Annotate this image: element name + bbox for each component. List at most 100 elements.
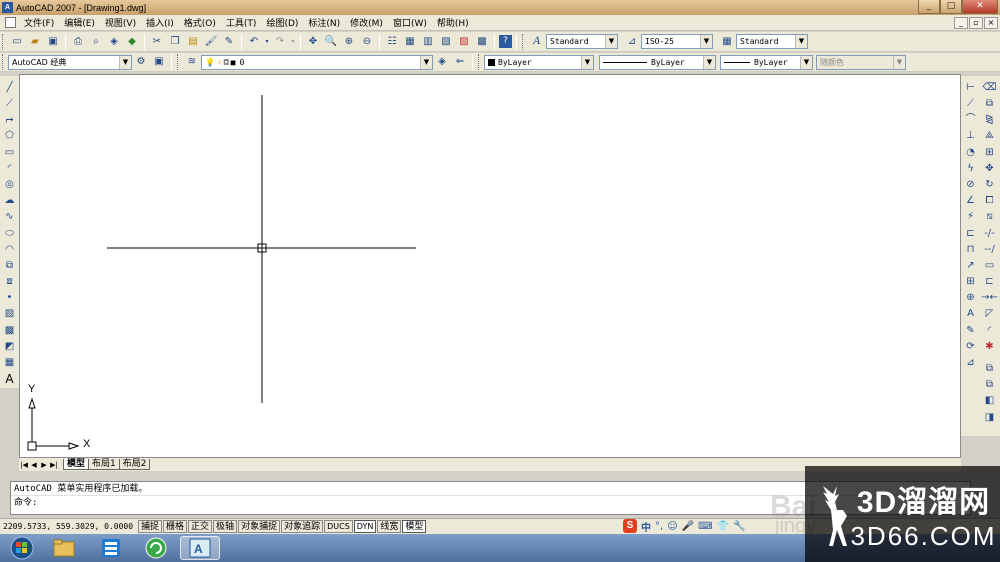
open-icon[interactable]: ▰ bbox=[27, 34, 43, 50]
new-icon[interactable]: ▭ bbox=[9, 34, 25, 50]
draw-order-front-icon[interactable]: ⧉ bbox=[982, 361, 998, 377]
model-toggle[interactable]: 模型 bbox=[402, 520, 427, 533]
restore-button[interactable]: □ bbox=[940, 0, 962, 14]
layer-select[interactable]: 💡 ☼ ◘ ■ 0 ▼ bbox=[201, 54, 433, 70]
scale-icon[interactable]: ⧠ bbox=[982, 193, 998, 209]
make-current-layer-icon[interactable]: ◈ bbox=[434, 54, 450, 70]
erase-icon[interactable]: ⌫ bbox=[982, 80, 998, 96]
autocad-app-icon[interactable]: A bbox=[2, 2, 13, 13]
taskbar-explorer[interactable] bbox=[44, 536, 84, 560]
design-center-icon[interactable]: ▦ bbox=[402, 34, 418, 50]
hatch-icon[interactable]: ▨ bbox=[2, 307, 18, 323]
redo-icon[interactable]: ↷ bbox=[272, 34, 288, 50]
drawing-canvas[interactable]: Y X bbox=[19, 74, 961, 458]
chevron-down-icon[interactable]: ▼ bbox=[581, 55, 593, 69]
region-icon[interactable]: ◩ bbox=[2, 339, 18, 355]
markup-icon[interactable]: ▨ bbox=[456, 34, 472, 50]
ime-keyboard-icon[interactable]: ⌨ bbox=[698, 521, 712, 532]
quick-dim-icon[interactable]: ⚡ bbox=[963, 210, 979, 226]
polygon-icon[interactable]: ⬠ bbox=[2, 129, 18, 145]
paste-icon[interactable]: ▤ bbox=[185, 34, 201, 50]
angular-dim-icon[interactable]: ∠ bbox=[963, 193, 979, 209]
menu-insert[interactable]: 插入(I) bbox=[141, 16, 179, 29]
polyline-icon[interactable]: ⮣ bbox=[2, 112, 18, 128]
tab-nav-next[interactable]: ▶ bbox=[39, 460, 49, 470]
match-properties-icon[interactable]: 🖌 bbox=[203, 34, 219, 50]
tab-layout1[interactable]: 布局1 bbox=[88, 459, 120, 470]
snap-toggle[interactable]: 捕捉 bbox=[138, 520, 163, 533]
insert-block-icon[interactable]: ⧉ bbox=[2, 258, 18, 274]
ordinate-dim-icon[interactable]: ⊥ bbox=[963, 129, 979, 145]
join-icon[interactable]: →← bbox=[981, 290, 998, 306]
layer-manager-icon[interactable]: ≋ bbox=[184, 54, 200, 70]
tab-nav-last[interactable]: ▶| bbox=[49, 460, 59, 470]
copy-object-icon[interactable]: ⧉ bbox=[982, 96, 998, 112]
quick-leader-icon[interactable]: ↗ bbox=[963, 258, 979, 274]
help-icon[interactable]: ? bbox=[499, 35, 512, 48]
menu-view[interactable]: 视图(V) bbox=[100, 16, 141, 29]
make-block-icon[interactable]: ⧈ bbox=[2, 274, 18, 290]
dim-style-select[interactable]: ISO-25 ▼ bbox=[641, 34, 713, 49]
break-at-point-icon[interactable]: ▭ bbox=[982, 258, 998, 274]
publish-icon[interactable]: ◈ bbox=[106, 34, 122, 50]
workspace-select[interactable]: AutoCAD 经典 ▼ bbox=[8, 54, 132, 70]
undo-icon[interactable]: ↶ bbox=[246, 34, 262, 50]
minimize-button[interactable]: _ bbox=[918, 0, 940, 14]
ime-skin-icon[interactable]: 👕 bbox=[717, 521, 729, 532]
ortho-toggle[interactable]: 正交 bbox=[188, 520, 213, 533]
mirror-icon[interactable]: ⧎ bbox=[982, 112, 998, 128]
chamfer-icon[interactable]: ◸ bbox=[982, 307, 998, 323]
menu-dimension[interactable]: 标注(N) bbox=[303, 16, 345, 29]
tab-model[interactable]: 模型 bbox=[63, 459, 90, 470]
chevron-down-icon[interactable]: ▼ bbox=[700, 35, 712, 48]
workspace-settings-icon[interactable]: ⚙ bbox=[133, 54, 149, 70]
workspace-save-icon[interactable]: ▣ bbox=[151, 54, 167, 70]
menu-draw[interactable]: 绘图(D) bbox=[261, 16, 303, 29]
ime-mic-icon[interactable]: 🎤 bbox=[682, 521, 694, 532]
redo-dropdown-icon[interactable]: ▾ bbox=[290, 34, 296, 50]
dim-style-icon[interactable]: ⊿ bbox=[624, 34, 640, 50]
revision-cloud-icon[interactable]: ☁ bbox=[2, 193, 18, 209]
tab-nav-first[interactable]: |◀ bbox=[19, 460, 29, 470]
ime-emoji-icon[interactable]: ☺ bbox=[667, 521, 677, 532]
dyn-toggle[interactable]: DYN bbox=[353, 520, 377, 533]
tolerance-icon[interactable]: ⊞ bbox=[963, 274, 979, 290]
rotate-icon[interactable]: ↻ bbox=[982, 177, 998, 193]
menu-file[interactable]: 文件(F) bbox=[19, 16, 59, 29]
fillet-icon[interactable]: ◜ bbox=[982, 323, 998, 339]
document-menu-icon[interactable] bbox=[5, 17, 16, 28]
doc-restore-button[interactable]: ▫ bbox=[969, 17, 983, 29]
stretch-icon[interactable]: ⧅ bbox=[982, 210, 998, 226]
bring-above-icon[interactable]: ◧ bbox=[982, 394, 998, 410]
copy-icon[interactable]: ❐ bbox=[167, 34, 183, 50]
ime-punct-icon[interactable]: °, bbox=[655, 521, 663, 532]
menu-edit[interactable]: 编辑(E) bbox=[59, 16, 100, 29]
sogou-logo-icon[interactable]: S bbox=[623, 519, 637, 533]
ellipse-icon[interactable]: ⬭ bbox=[2, 226, 18, 242]
linear-dim-icon[interactable]: ⊢ bbox=[963, 80, 979, 96]
ime-lang-indicator[interactable]: 中 bbox=[641, 519, 651, 534]
tab-layout2[interactable]: 布局2 bbox=[118, 459, 151, 470]
arc-length-icon[interactable]: ⌒ bbox=[963, 112, 979, 128]
zoom-previous-icon[interactable]: ⊖ bbox=[359, 34, 375, 50]
dim-text-edit-icon[interactable]: ✎ bbox=[963, 323, 979, 339]
start-button[interactable] bbox=[2, 536, 42, 560]
menu-help[interactable]: 帮助(H) bbox=[432, 16, 474, 29]
coordinate-readout[interactable]: 2209.5733, 559.3029, 0.0000 bbox=[0, 522, 138, 531]
table-icon[interactable]: ▦ bbox=[2, 355, 18, 371]
toolbar-grip[interactable] bbox=[478, 54, 481, 70]
taskbar-app-blue[interactable] bbox=[91, 536, 131, 560]
gradient-icon[interactable]: ▩ bbox=[2, 323, 18, 339]
send-under-icon[interactable]: ◨ bbox=[982, 410, 998, 426]
toolbar-grip[interactable] bbox=[2, 33, 5, 50]
undo-dropdown-icon[interactable]: ▾ bbox=[264, 34, 270, 50]
jogged-dim-icon[interactable]: ϟ bbox=[963, 161, 979, 177]
text-style-select[interactable]: Standard ▼ bbox=[546, 34, 618, 49]
dim-edit-icon[interactable]: A bbox=[963, 307, 979, 323]
calculator-icon[interactable]: ▩ bbox=[474, 34, 490, 50]
diameter-dim-icon[interactable]: ⊘ bbox=[963, 177, 979, 193]
tool-palettes-icon[interactable]: ▥ bbox=[420, 34, 436, 50]
pan-icon[interactable]: ✥ bbox=[305, 34, 321, 50]
ellipse-arc-icon[interactable]: ◠ bbox=[2, 242, 18, 258]
menu-format[interactable]: 格式(O) bbox=[179, 16, 221, 29]
